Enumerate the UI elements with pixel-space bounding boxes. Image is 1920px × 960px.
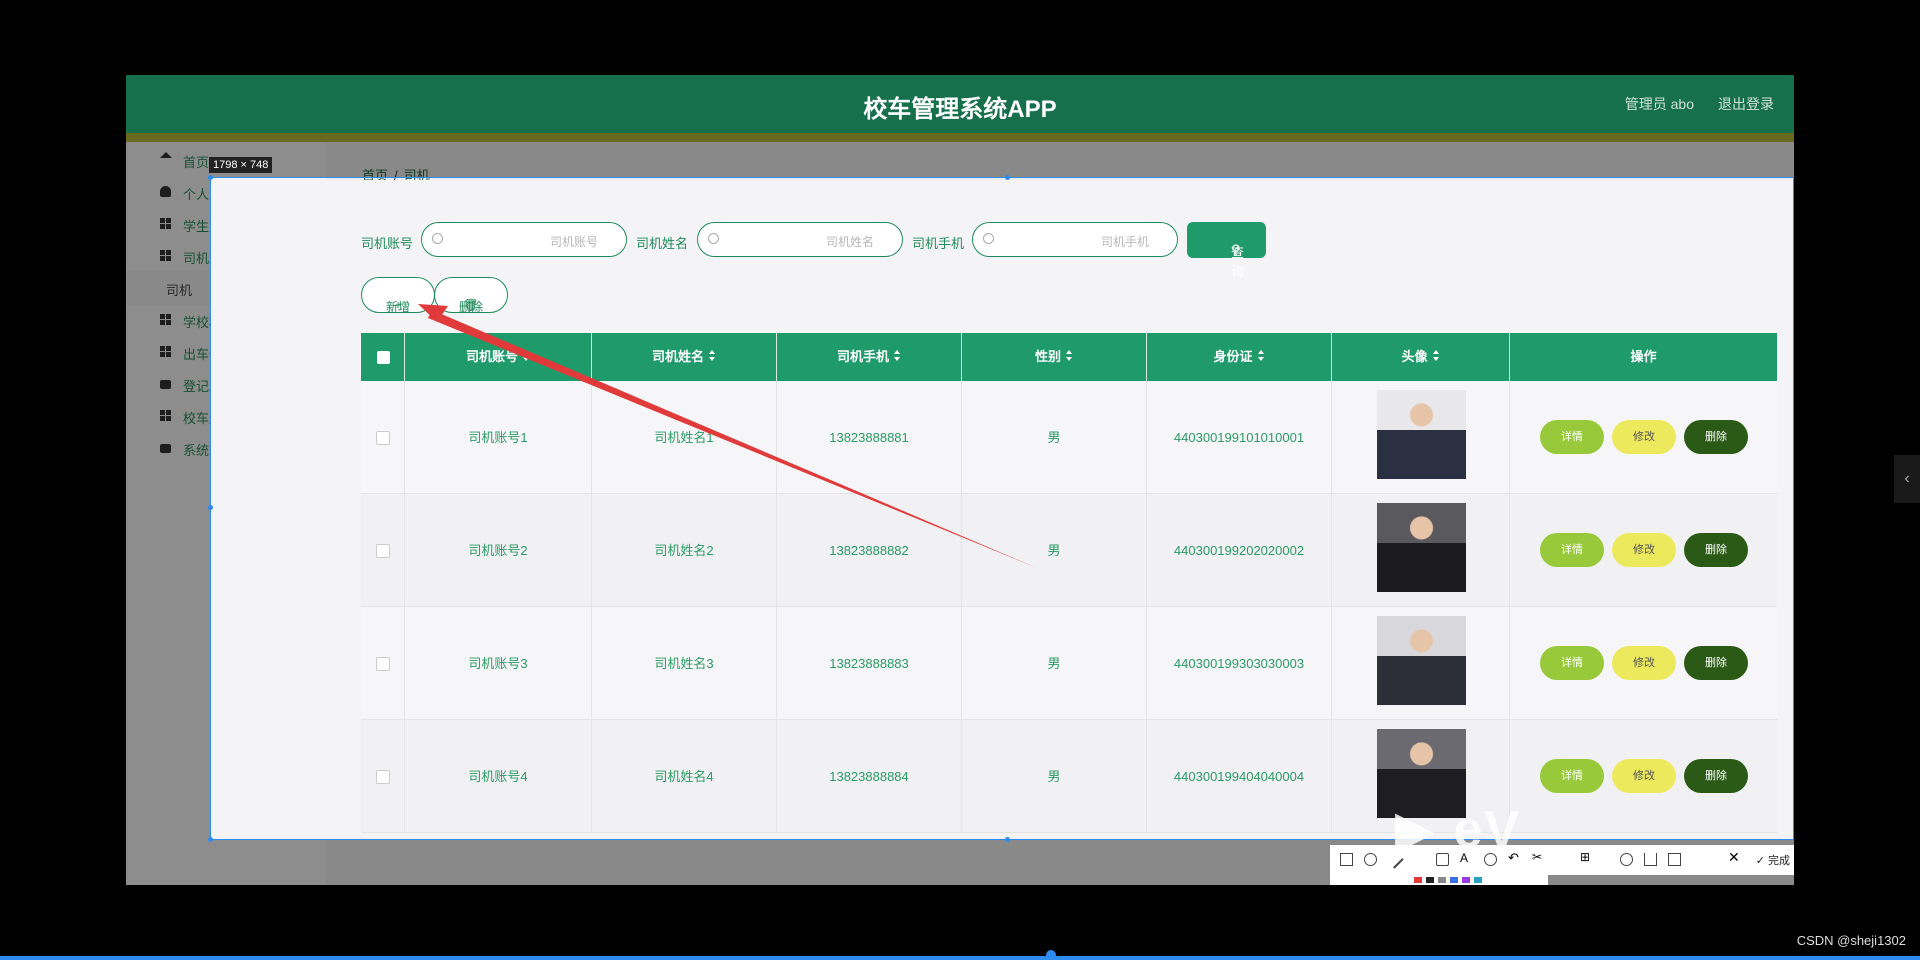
arrow-shaft xyxy=(428,310,1037,568)
text-tool-icon[interactable]: A xyxy=(1460,851,1473,865)
csdn-watermark: CSDN @sheji1302 xyxy=(1796,933,1906,948)
scissors-icon[interactable]: ✂ xyxy=(1532,850,1545,864)
done-button[interactable]: ✓ 完成 xyxy=(1756,852,1790,868)
copy-icon[interactable] xyxy=(1668,853,1681,866)
color-swatch[interactable] xyxy=(1438,877,1446,883)
chevron-left-icon: ‹ xyxy=(1904,470,1910,487)
color-palette xyxy=(1330,875,1548,885)
rectangle-tool-icon[interactable] xyxy=(1340,853,1353,866)
undo-icon[interactable]: ↶ xyxy=(1508,850,1521,865)
screenshot-toolbar: A ↶ ✂ ⊞ ✕ ✓ 完成 xyxy=(1330,845,1794,875)
color-swatch[interactable] xyxy=(1414,877,1422,883)
number-tool-icon[interactable] xyxy=(1484,853,1497,866)
pen-tool-icon[interactable] xyxy=(1385,850,1404,869)
check-icon: ✓ xyxy=(1755,855,1765,867)
mosaic-tool-icon[interactable] xyxy=(1436,853,1449,866)
ellipse-tool-icon[interactable] xyxy=(1364,853,1377,866)
done-label: 完成 xyxy=(1768,855,1790,867)
color-swatch[interactable] xyxy=(1450,877,1458,883)
crop-icon[interactable]: ⊞ xyxy=(1580,850,1593,864)
color-swatch[interactable] xyxy=(1426,877,1434,883)
color-swatch[interactable] xyxy=(1462,877,1470,883)
collapse-panel-toggle[interactable]: ‹ xyxy=(1894,455,1920,503)
download-icon[interactable] xyxy=(1644,853,1657,866)
close-icon[interactable]: ✕ xyxy=(1728,849,1741,865)
pin-icon[interactable] xyxy=(1620,853,1633,866)
video-progress-bar[interactable] xyxy=(0,956,1920,960)
annotation-arrow xyxy=(418,304,1037,568)
color-swatch[interactable] xyxy=(1474,877,1482,883)
video-progress-knob[interactable] xyxy=(1046,950,1056,960)
